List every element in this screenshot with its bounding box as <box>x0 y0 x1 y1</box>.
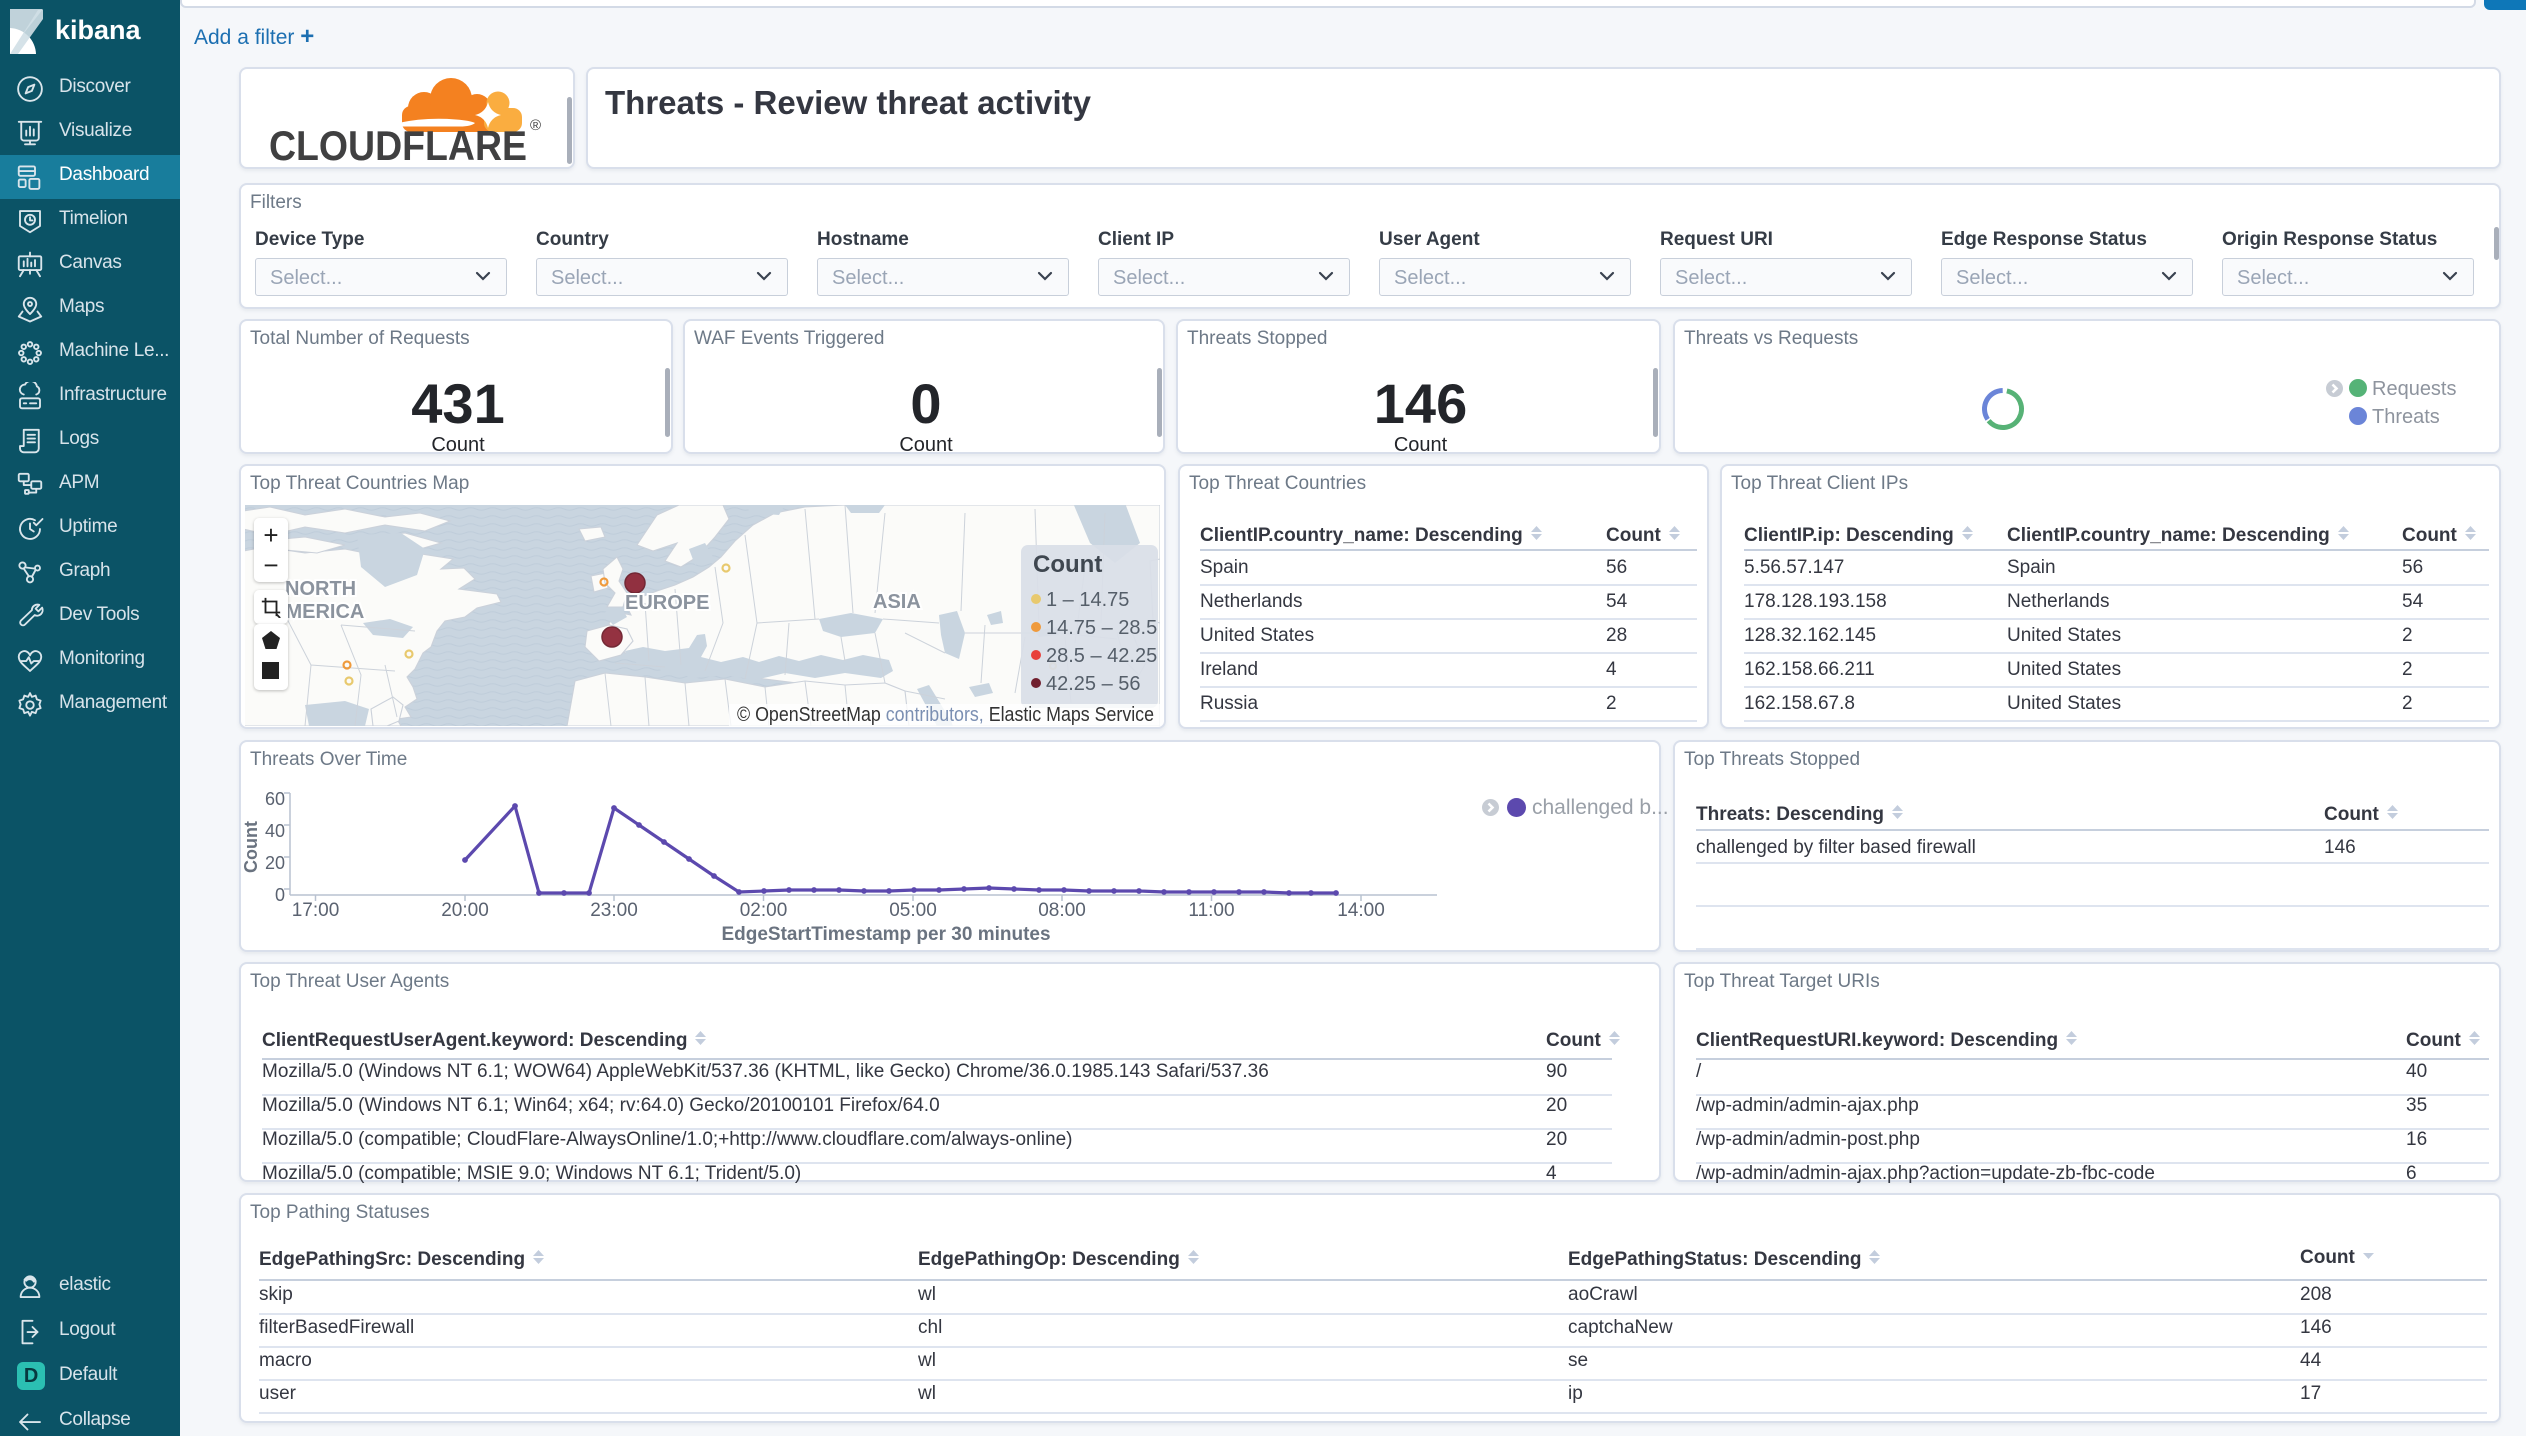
svg-text:EdgeStartTimestamp per 30 minu: EdgeStartTimestamp per 30 minutes <box>721 924 1050 945</box>
svg-text:02:00: 02:00 <box>740 900 788 921</box>
svg-text:08:00: 08:00 <box>1038 900 1086 921</box>
svg-text:20:00: 20:00 <box>441 900 489 921</box>
svg-text:CLOUDFLARE: CLOUDFLARE <box>269 122 527 168</box>
svg-text:17:00: 17:00 <box>292 900 340 921</box>
svg-text:14.75 – 28.5: 14.75 – 28.5 <box>1046 617 1157 639</box>
svg-text:© OpenStreetMap contributors,: © OpenStreetMap contributors, Elastic Ma… <box>737 704 1154 726</box>
svg-text:28.5 – 42.25: 28.5 – 42.25 <box>1046 645 1157 667</box>
svg-text:40: 40 <box>265 821 285 841</box>
svg-text:EUROPE: EUROPE <box>625 592 709 614</box>
svg-text:60: 60 <box>265 789 285 809</box>
svg-text:®: ® <box>530 117 541 134</box>
svg-text:20: 20 <box>265 853 285 873</box>
svg-text:0: 0 <box>275 885 285 905</box>
svg-text:42.25 – 56: 42.25 – 56 <box>1046 673 1141 695</box>
svg-text:NORTH: NORTH <box>285 578 356 600</box>
svg-text:1 – 14.75: 1 – 14.75 <box>1046 589 1129 611</box>
svg-text:ASIA: ASIA <box>873 591 921 613</box>
svg-text:11:00: 11:00 <box>1188 900 1234 921</box>
svg-text:14:00: 14:00 <box>1337 900 1385 921</box>
svg-text:23:00: 23:00 <box>590 900 638 921</box>
svg-text:Count: Count <box>241 821 261 873</box>
svg-text:05:00: 05:00 <box>889 900 937 921</box>
svg-text:Count: Count <box>1033 551 1102 578</box>
